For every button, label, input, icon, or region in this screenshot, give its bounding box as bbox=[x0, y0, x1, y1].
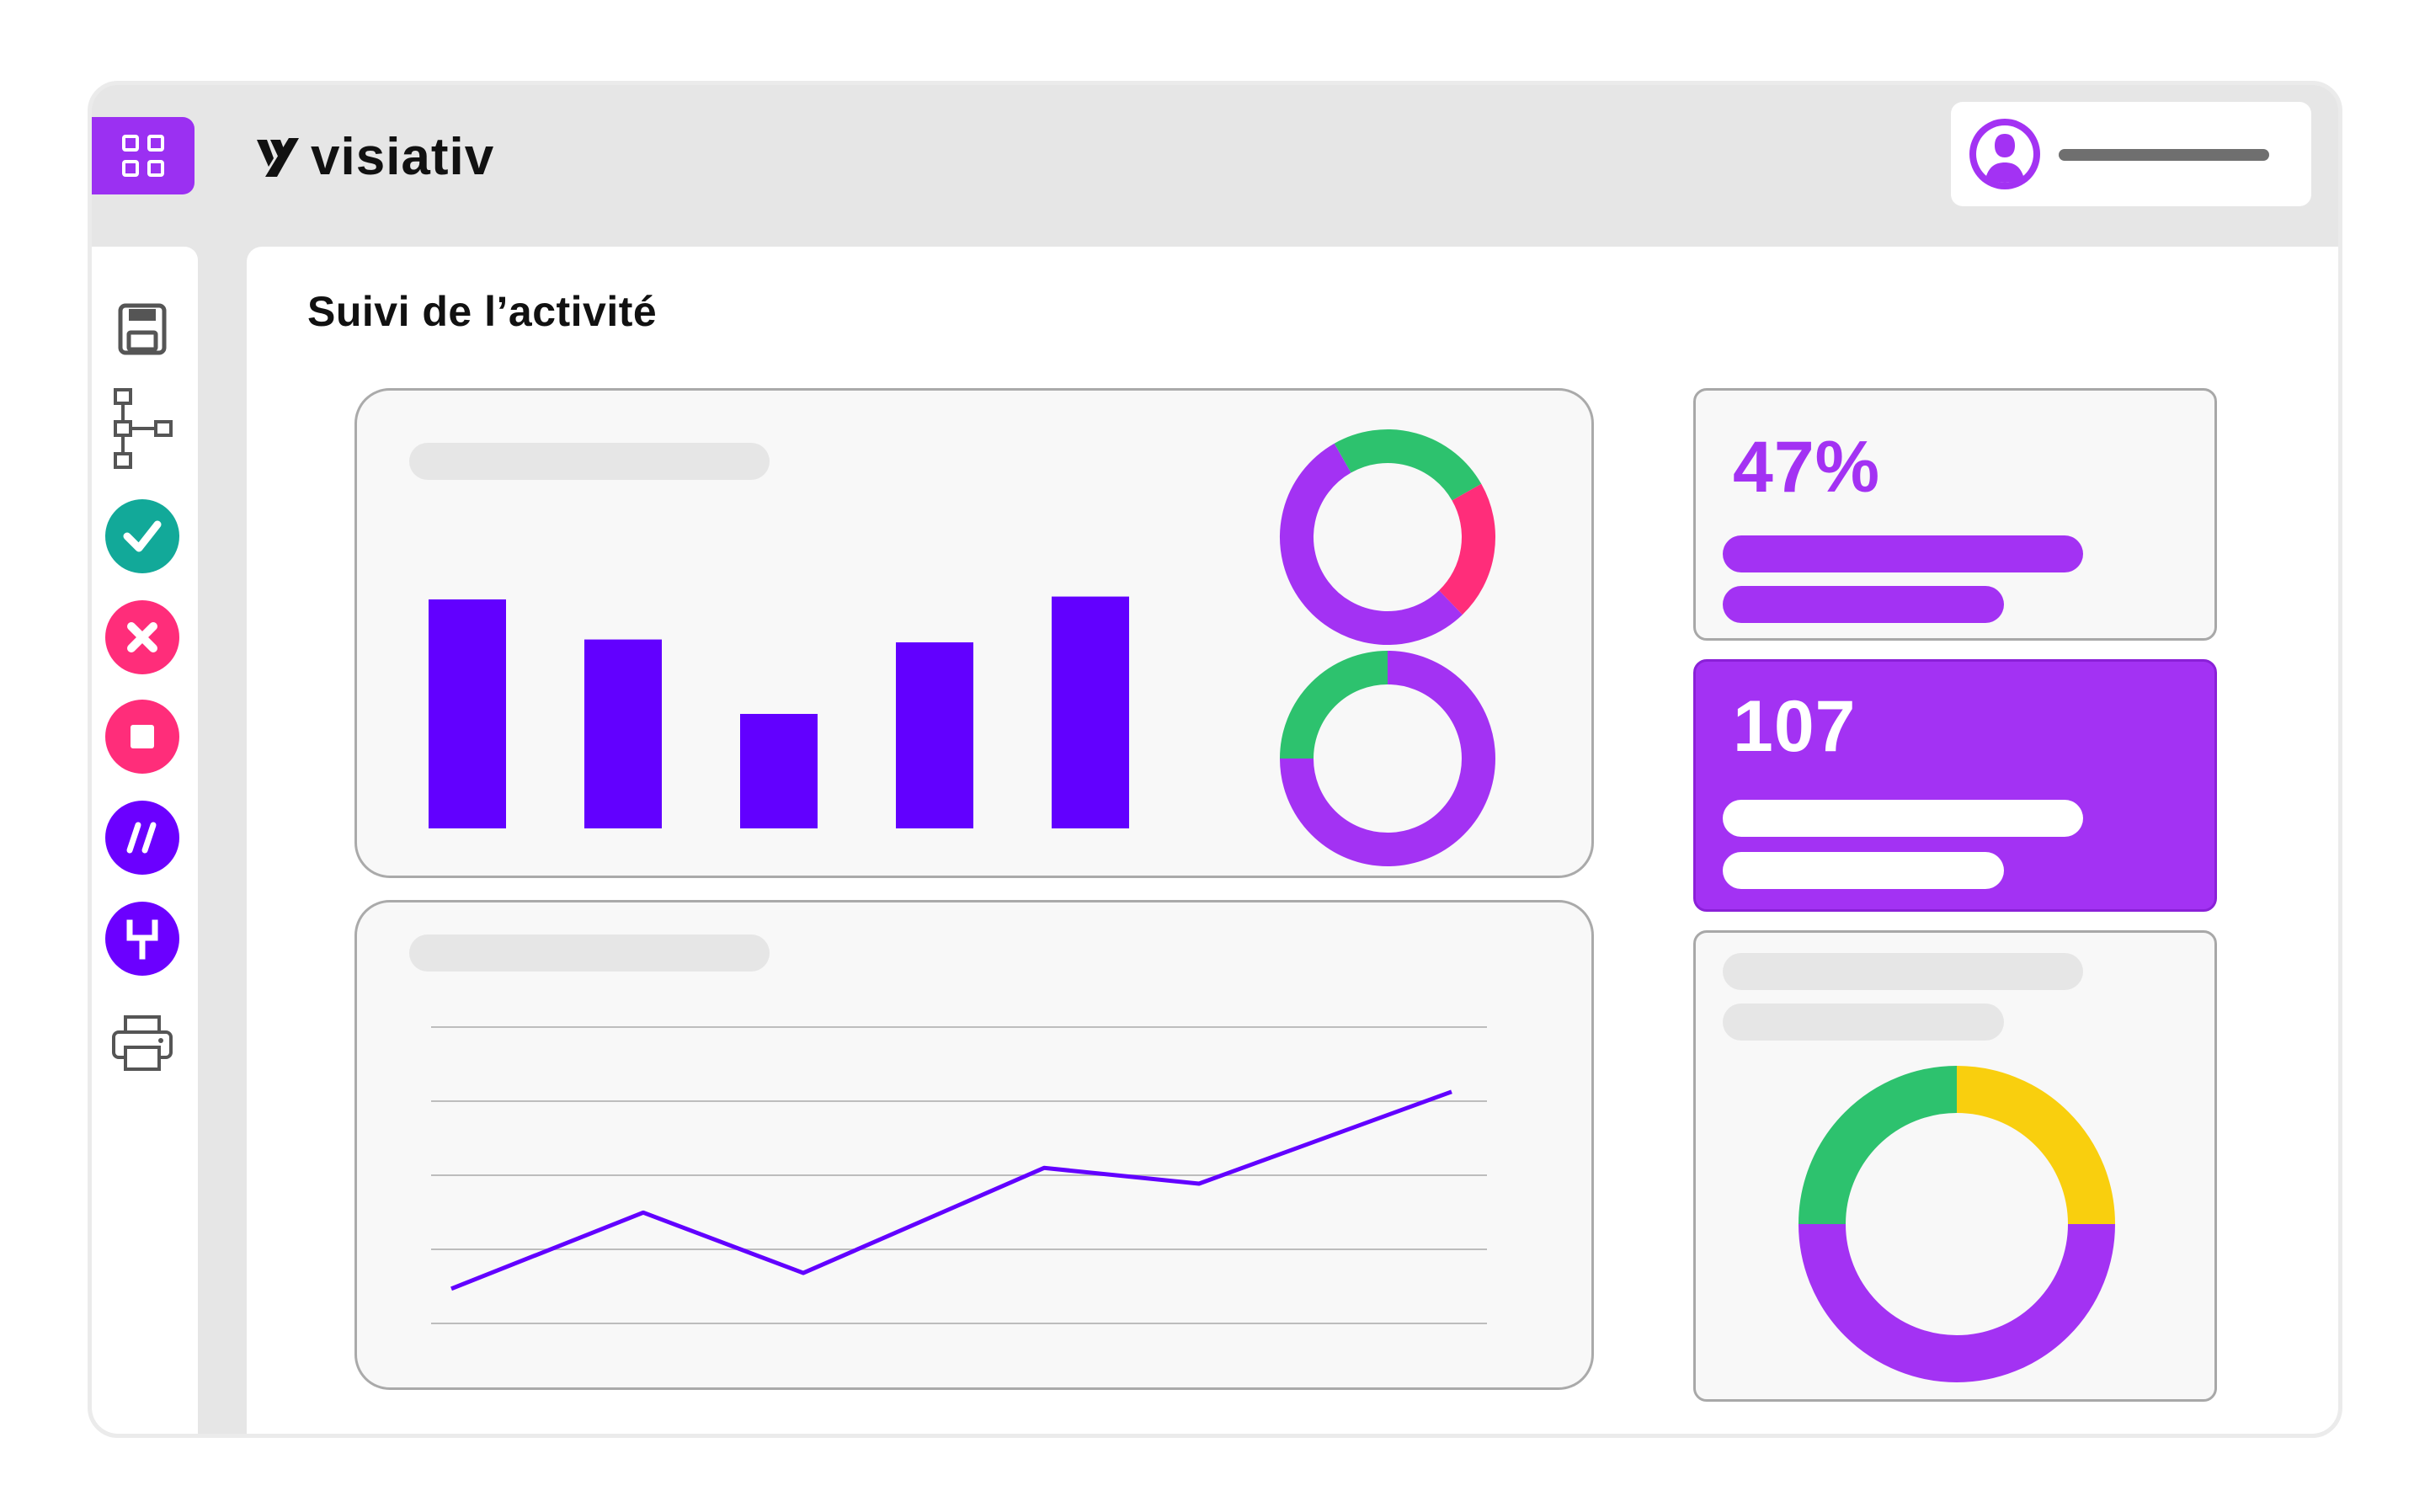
visiativ-mark-icon bbox=[257, 138, 299, 177]
donut-slice-3 bbox=[1956, 1066, 2115, 1225]
bar-3 bbox=[740, 714, 818, 828]
bar-chart bbox=[429, 596, 1129, 828]
slashes-icon bbox=[105, 801, 179, 875]
brand-name: visiativ bbox=[311, 127, 495, 186]
page-title: Suivi de l’activité bbox=[307, 288, 658, 335]
user-avatar-icon bbox=[1969, 119, 2040, 189]
kpi-bar-long bbox=[1723, 535, 2083, 572]
print-icon bbox=[112, 1015, 173, 1071]
donut-chart-large bbox=[1799, 1066, 2115, 1382]
apps-menu-button[interactable] bbox=[92, 117, 195, 194]
kpi-percent-value: 47% bbox=[1733, 427, 1881, 508]
sidebar-item-print[interactable] bbox=[104, 1004, 181, 1082]
user-name-placeholder bbox=[2059, 149, 2269, 161]
card-title-placeholder bbox=[1723, 953, 2083, 990]
line-chart bbox=[431, 1026, 1487, 1324]
bar-chart-card bbox=[354, 388, 1594, 878]
kpi-count-value: 107 bbox=[1733, 686, 1857, 767]
stop-icon bbox=[105, 700, 179, 774]
sidebar-item-reject[interactable] bbox=[104, 599, 181, 676]
donut-card bbox=[1693, 930, 2217, 1402]
save-icon bbox=[118, 303, 167, 355]
sidebar bbox=[92, 247, 198, 1434]
bar-1 bbox=[429, 599, 506, 828]
hierarchy-icon bbox=[114, 388, 173, 469]
kpi-count-card: 107 bbox=[1693, 659, 2217, 912]
fork-icon bbox=[105, 902, 179, 976]
donut-slice-2 bbox=[1799, 1066, 1958, 1225]
donut-slice-2 bbox=[1280, 651, 1388, 759]
donut-chart-bottom bbox=[1280, 651, 1495, 866]
kpi-percent-card: 47% bbox=[1693, 388, 2217, 641]
user-menu[interactable] bbox=[1951, 102, 2311, 206]
line-series bbox=[450, 1089, 1452, 1291]
grid-icon bbox=[122, 135, 164, 177]
bar-2 bbox=[584, 639, 662, 828]
sidebar-item-stop[interactable] bbox=[104, 698, 181, 775]
main-content: Suivi de l’activité 47% 107 bbox=[247, 247, 2338, 1434]
sidebar-item-hierarchy[interactable] bbox=[104, 388, 181, 469]
sidebar-item-validate[interactable] bbox=[104, 498, 181, 575]
kpi-bar-long bbox=[1723, 800, 2083, 837]
card-subtitle-placeholder bbox=[1723, 1004, 2004, 1041]
donut-slice-2 bbox=[1334, 429, 1482, 502]
sidebar-item-pause[interactable] bbox=[104, 799, 181, 876]
kpi-bar-short bbox=[1723, 852, 2004, 889]
kpi-bar-short bbox=[1723, 586, 2004, 623]
sidebar-item-fork[interactable] bbox=[104, 900, 181, 977]
bar-5 bbox=[1052, 596, 1129, 828]
sidebar-item-save[interactable] bbox=[104, 290, 181, 368]
close-icon bbox=[105, 600, 179, 674]
brand-logo[interactable]: visiativ bbox=[252, 127, 494, 186]
check-icon bbox=[105, 499, 179, 573]
donut-slice-1 bbox=[1280, 443, 1463, 645]
donut-chart-top bbox=[1280, 429, 1495, 645]
donut-slice-3 bbox=[1438, 483, 1495, 615]
line-chart-card bbox=[354, 900, 1594, 1390]
app-window: visiativ Suivi de l’activité 47% 107 bbox=[88, 81, 2342, 1438]
donut-slice-1 bbox=[1799, 1223, 2115, 1382]
bar-4 bbox=[896, 642, 973, 828]
